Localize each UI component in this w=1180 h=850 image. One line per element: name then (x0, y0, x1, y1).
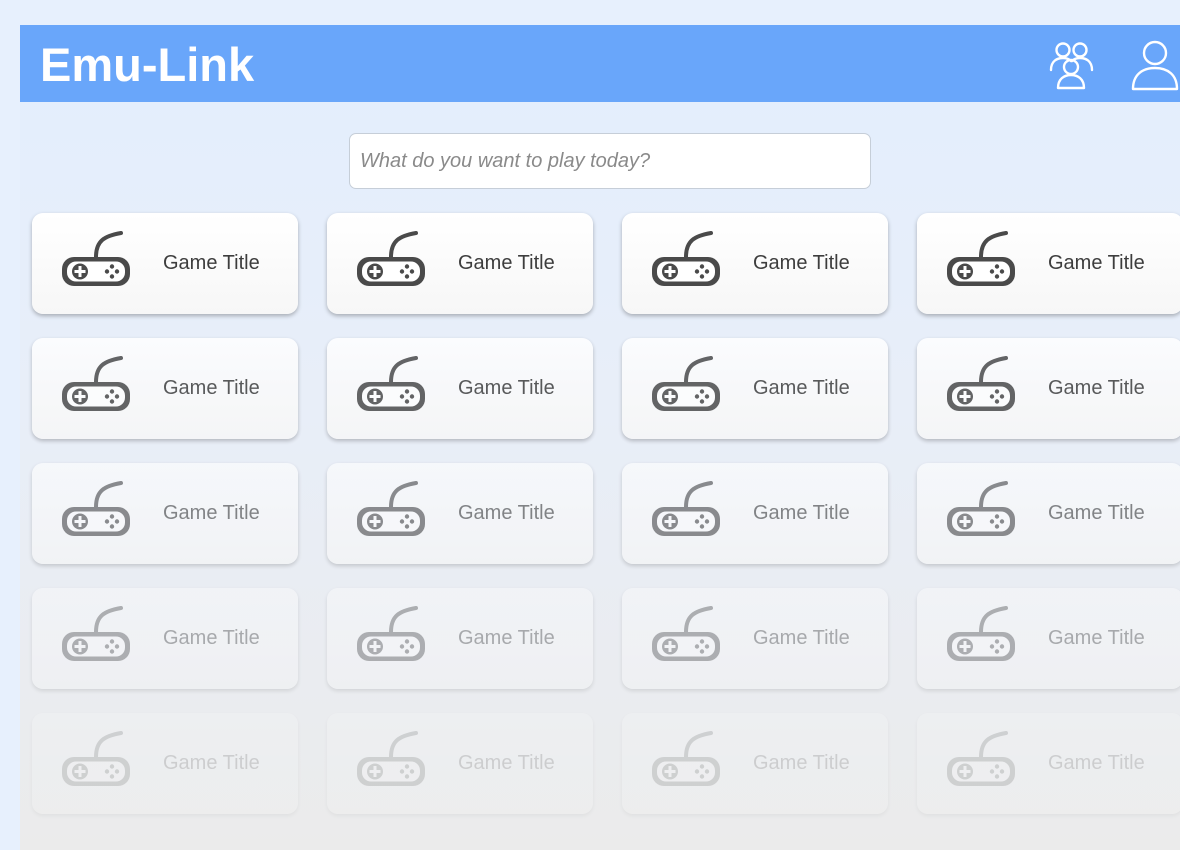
game-card[interactable]: Game Title (917, 588, 1180, 689)
game-title: Game Title (458, 627, 555, 649)
game-title: Game Title (753, 252, 850, 274)
game-title: Game Title (753, 752, 850, 774)
gamepad-icon (355, 227, 427, 299)
app-title: Emu-Link (40, 38, 255, 91)
search-input[interactable] (349, 133, 871, 189)
game-card[interactable]: Game Title (917, 213, 1180, 314)
game-title: Game Title (1048, 627, 1145, 649)
game-title: Game Title (1048, 252, 1145, 274)
gamepad-icon (945, 227, 1017, 299)
game-card[interactable]: Game Title (327, 338, 593, 439)
gamepad-icon (60, 602, 132, 674)
game-title: Game Title (163, 377, 260, 399)
game-card[interactable]: Game Title (327, 213, 593, 314)
gamepad-icon (945, 727, 1017, 799)
game-title: Game Title (753, 377, 850, 399)
gamepad-icon (355, 352, 427, 424)
gamepad-icon (355, 477, 427, 549)
game-card[interactable]: Game Title (622, 713, 888, 814)
game-card[interactable]: Game Title (917, 338, 1180, 439)
game-title: Game Title (1048, 502, 1145, 524)
gamepad-icon (60, 352, 132, 424)
game-card[interactable]: Game Title (32, 588, 298, 689)
gamepad-icon (650, 227, 722, 299)
game-title: Game Title (163, 627, 260, 649)
game-title: Game Title (458, 752, 555, 774)
gamepad-icon (945, 352, 1017, 424)
app-window: Emu-Link What do you want to play today?… (20, 25, 1180, 850)
game-card[interactable]: Game Title (622, 213, 888, 314)
game-card[interactable]: Game Title (327, 588, 593, 689)
game-title: Game Title (753, 627, 850, 649)
game-title: Game Title (753, 502, 850, 524)
header-bar: Emu-Link (20, 25, 1180, 102)
game-card[interactable]: Game Title (327, 713, 593, 814)
gamepad-icon (650, 602, 722, 674)
game-title: Game Title (458, 502, 555, 524)
game-title: Game Title (1048, 377, 1145, 399)
game-title: Game Title (458, 252, 555, 274)
game-title: Game Title (163, 502, 260, 524)
game-card[interactable]: Game Title (32, 338, 298, 439)
gamepad-icon (945, 477, 1017, 549)
game-grid: Game Title Game Title Game Title Game Ti… (32, 213, 1180, 814)
gamepad-icon (650, 477, 722, 549)
game-card[interactable]: Game Title (32, 213, 298, 314)
game-title: Game Title (163, 752, 260, 774)
gamepad-icon (355, 727, 427, 799)
game-card[interactable]: Game Title (622, 338, 888, 439)
gamepad-icon (945, 602, 1017, 674)
gamepad-icon (60, 477, 132, 549)
gamepad-icon (650, 727, 722, 799)
game-card[interactable]: Game Title (622, 588, 888, 689)
game-title: Game Title (1048, 752, 1145, 774)
gamepad-icon (650, 352, 722, 424)
game-card[interactable]: Game Title (327, 463, 593, 564)
profile-icon[interactable] (1128, 37, 1180, 91)
game-title: Game Title (163, 252, 260, 274)
gamepad-icon (60, 727, 132, 799)
game-card[interactable]: Game Title (917, 713, 1180, 814)
gamepad-icon (355, 602, 427, 674)
game-title: Game Title (458, 377, 555, 399)
game-card[interactable]: Game Title (917, 463, 1180, 564)
game-card[interactable]: Game Title (32, 713, 298, 814)
friends-icon[interactable] (1048, 37, 1102, 91)
game-card[interactable]: Game Title (32, 463, 298, 564)
game-card[interactable]: Game Title (622, 463, 888, 564)
gamepad-icon (60, 227, 132, 299)
